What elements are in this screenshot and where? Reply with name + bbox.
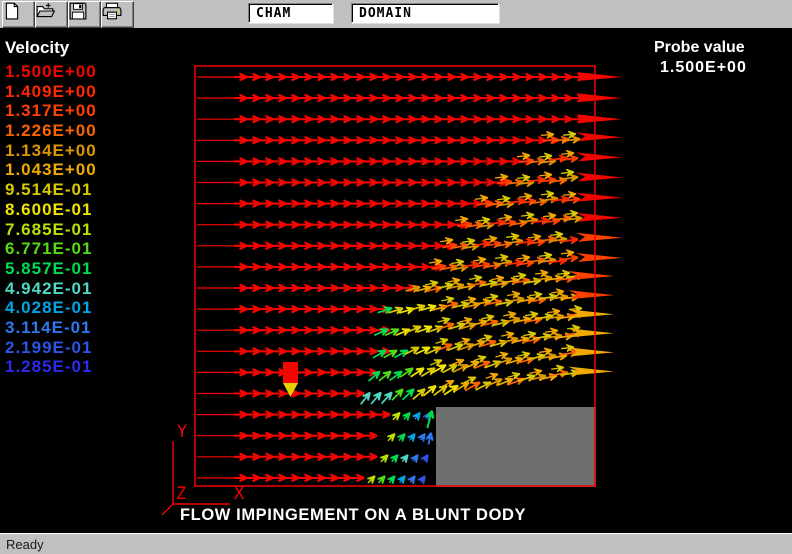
x-axis-label: X	[234, 484, 245, 504]
application-window: Y Z X	[0, 0, 792, 554]
y-axis-label: Y	[177, 422, 187, 442]
vector-field-plot[interactable]: Y Z X	[0, 0, 792, 554]
z-axis-label: Z	[176, 484, 186, 504]
probe-marker[interactable]	[283, 362, 298, 383]
